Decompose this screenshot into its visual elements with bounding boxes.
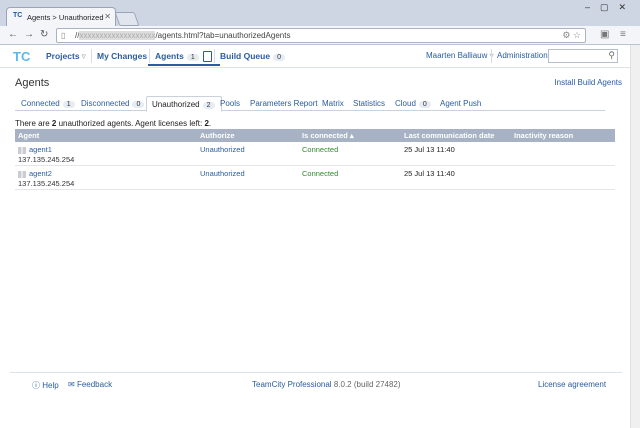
page-footer: ⓘ Help ✉ Feedback TeamCity Professional … <box>10 372 622 395</box>
new-tab-button[interactable] <box>114 12 140 26</box>
help-link[interactable]: ⓘ Help <box>32 380 59 391</box>
administration-link[interactable]: Administration <box>497 51 548 60</box>
agent-name-link[interactable]: agent2 <box>29 169 52 178</box>
agent-cell: agent1 137.135.245.254 <box>15 142 197 166</box>
nav-projects[interactable]: Projects ▿ <box>46 51 86 62</box>
agent-ip: 137.135.245.254 <box>18 179 75 188</box>
teamcity-logo[interactable]: TC <box>13 49 35 65</box>
authorize-link[interactable]: Unauthorized <box>200 145 245 154</box>
feedback-link[interactable]: ✉ Feedback <box>68 380 112 389</box>
build-queue-count-badge: 0 <box>273 54 285 61</box>
install-build-agents-link[interactable]: Install Build Agents <box>554 78 622 87</box>
agent-ip: 137.135.245.254 <box>18 155 75 164</box>
tab-matrix[interactable]: Matrix <box>322 99 344 108</box>
bookmark-star-icon[interactable]: ⚙ ☆ <box>562 30 581 41</box>
tab-statistics[interactable]: Statistics <box>353 99 385 108</box>
column-is-connected[interactable]: Is connected ▴ <box>299 129 401 142</box>
product-version: TeamCity Professional 8.0.2 (build 27482… <box>252 380 401 389</box>
divider <box>91 49 92 63</box>
divider <box>491 49 492 63</box>
browser-tabstrip: TC Agents > Unauthorized (2 ✕ –▢✕ <box>0 0 640 27</box>
connected-status: Connected <box>302 169 339 178</box>
inactivity-reason-cell <box>511 165 615 190</box>
version-text: 8.0.2 (build 27482) <box>333 380 401 389</box>
vertical-scrollbar[interactable] <box>630 45 640 428</box>
agent-name-link[interactable]: agent1 <box>29 145 52 154</box>
chevron-down-icon[interactable]: ▿ <box>82 51 86 61</box>
address-bar[interactable]: ▯ //xxxxxxxxxxxxxxxxxxx/agents.html?tab=… <box>56 28 586 43</box>
last-communication-cell: 25 Jul 13 11:40 <box>401 142 511 166</box>
tab-disconnected[interactable]: Disconnected 0 <box>81 99 145 108</box>
browser-tab[interactable]: TC Agents > Unauthorized (2 ✕ <box>6 7 116 27</box>
tab-connected[interactable]: Connected 1 <box>21 99 75 108</box>
table-header-row: Agent Authorize Is connected ▴ Last comm… <box>15 129 615 142</box>
agent-icon <box>202 51 212 63</box>
reload-icon[interactable]: ↻ <box>40 29 48 40</box>
column-agent[interactable]: Agent <box>15 129 197 142</box>
teamcity-header: TC Projects ▿ My Changes Agents 1 Build Qu… <box>0 45 630 68</box>
tab-cloud[interactable]: Cloud 0 <box>395 99 431 108</box>
window-controls[interactable]: –▢✕ <box>585 2 636 13</box>
column-last-communication[interactable]: Last communication date <box>401 129 511 142</box>
authorize-cell: Unauthorized <box>197 142 299 166</box>
search-icon[interactable]: ⚲ <box>608 50 615 61</box>
main-content: Agents Install Build Agents Connected 1 D… <box>10 68 622 366</box>
nav-my-changes[interactable]: My Changes <box>97 51 147 61</box>
windows-icon <box>18 170 26 178</box>
page-title: Agents <box>15 77 50 89</box>
connected-cell: Connected <box>299 142 401 166</box>
authorize-cell: Unauthorized <box>197 165 299 190</box>
table-row: agent1 137.135.245.254 Unauthorized Conn… <box>15 142 615 166</box>
agent-tabs: Connected 1 Disconnected 0 Unauthorized 2 P… <box>15 96 605 112</box>
product-link[interactable]: TeamCity Professional <box>252 380 332 389</box>
column-authorize[interactable]: Authorize <box>197 129 299 142</box>
tab-unauthorized[interactable]: Unauthorized 2 <box>146 96 222 112</box>
table-row: agent2 137.135.245.254 Unauthorized Conn… <box>15 165 615 190</box>
tab-agent-push[interactable]: Agent Push <box>440 99 481 108</box>
teamcity-favicon-icon: TC <box>13 12 23 19</box>
mail-icon: ✉ <box>68 380 77 389</box>
menu-icon[interactable]: ≡ <box>620 29 626 40</box>
license-agreement-link[interactable]: License agreement <box>538 380 606 389</box>
page-icon: ▯ <box>61 31 66 40</box>
last-communication-cell: 25 Jul 13 11:40 <box>401 165 511 190</box>
forward-arrow-icon[interactable]: → <box>24 29 34 40</box>
connected-cell: Connected <box>299 165 401 190</box>
tab-pools[interactable]: Pools <box>220 99 240 108</box>
search-input[interactable]: ⚲ <box>548 49 618 63</box>
authorize-link[interactable]: Unauthorized <box>200 169 245 178</box>
unauthorized-summary: There are 2 unauthorized agents. Agent l… <box>15 119 212 128</box>
column-inactivity-reason[interactable]: Inactivity reason <box>511 129 615 142</box>
tab-title: Agents > Unauthorized (2 <box>27 13 105 22</box>
connected-status: Connected <box>302 145 339 154</box>
help-icon: ⓘ <box>32 381 43 390</box>
windows-icon <box>18 146 26 154</box>
agent-cell: agent2 137.135.245.254 <box>15 165 197 190</box>
nav-build-queue[interactable]: Build Queue 0 <box>220 51 285 61</box>
agents-count-badge: 1 <box>186 54 199 61</box>
extension-icon[interactable]: ▣ <box>600 29 609 40</box>
divider <box>214 49 215 63</box>
close-tab-icon[interactable]: ✕ <box>104 12 111 21</box>
agents-table: Agent Authorize Is connected ▴ Last comm… <box>15 129 615 190</box>
nav-agents[interactable]: Agents 1 <box>155 51 212 63</box>
tab-parameters-report[interactable]: Parameters Report <box>250 99 318 108</box>
inactivity-reason-cell <box>511 142 615 166</box>
back-arrow-icon[interactable]: ← <box>8 29 18 40</box>
active-nav-indicator <box>148 64 220 66</box>
url-text: //xxxxxxxxxxxxxxxxxxx/agents.html?tab=un… <box>75 31 291 40</box>
user-menu[interactable]: Maarten Balliauw ▿ <box>426 51 494 60</box>
divider <box>149 49 150 63</box>
